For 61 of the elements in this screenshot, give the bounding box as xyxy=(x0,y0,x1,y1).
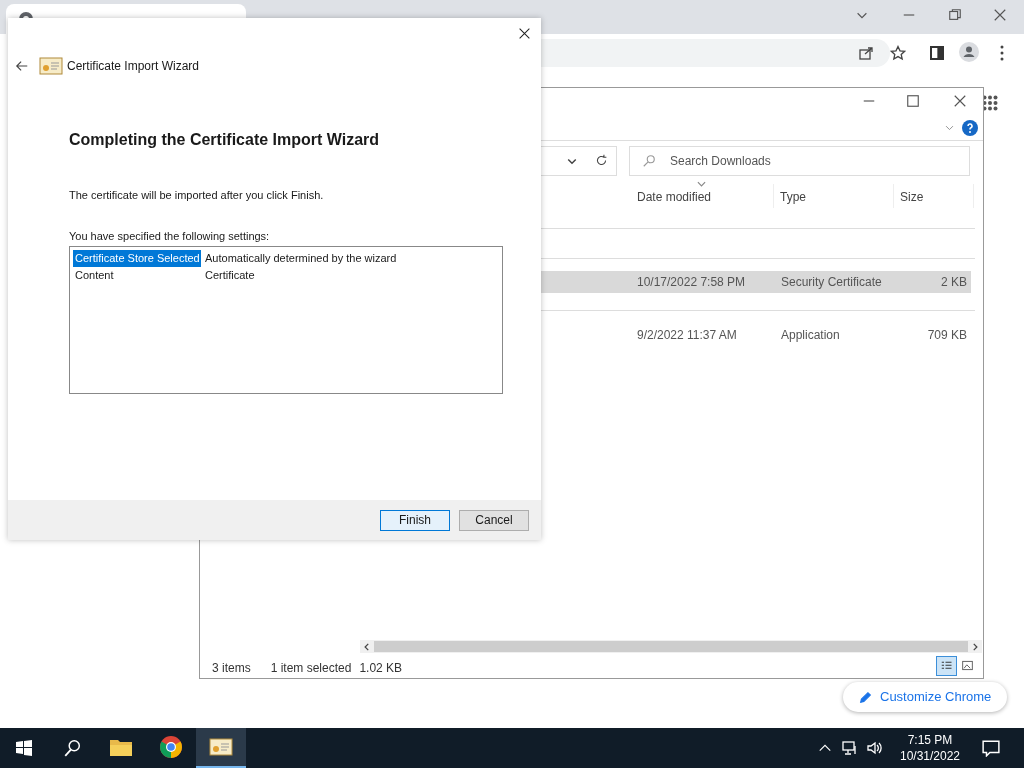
pencil-icon xyxy=(859,690,872,704)
setting-value: Certificate xyxy=(204,268,255,284)
refresh-icon[interactable] xyxy=(595,154,608,167)
profile-avatar-icon[interactable] xyxy=(959,42,979,62)
certificate-icon xyxy=(209,737,233,757)
windows-logo-icon xyxy=(16,740,32,756)
menu-icon[interactable] xyxy=(1000,45,1004,61)
notification-icon[interactable] xyxy=(982,739,1000,757)
folder-icon xyxy=(109,737,133,757)
status-size: 1.02 KB xyxy=(359,660,403,677)
cancel-button[interactable]: Cancel xyxy=(459,509,529,531)
help-icon[interactable] xyxy=(962,120,978,136)
wizard-heading: Completing the Certificate Import Wizard xyxy=(69,130,381,150)
settings-label: You have specified the following settings: xyxy=(69,228,271,244)
details-view-button[interactable] xyxy=(936,656,957,676)
back-arrow-icon[interactable] xyxy=(15,59,29,73)
sort-caret-icon xyxy=(697,181,706,187)
table-cell-text: 2 KB xyxy=(940,274,967,291)
taskbar-app-button[interactable] xyxy=(196,728,246,768)
side-panel-icon[interactable] xyxy=(929,45,945,61)
setting-value: Automatically determined by the wizard xyxy=(204,251,397,267)
table-cell-text: 10/17/2022 7:58 PM xyxy=(637,274,747,291)
column-header[interactable]: Type xyxy=(774,184,894,208)
volume-icon[interactable] xyxy=(866,740,882,756)
clock-date: 10/31/2022 xyxy=(899,748,961,764)
status-selection: 1 item selected xyxy=(270,660,352,677)
table-cell-text: Security Certificate xyxy=(781,274,883,291)
customize-chrome-button[interactable]: Customize Chrome xyxy=(843,682,1008,712)
list-icon xyxy=(939,660,954,672)
column-header[interactable]: Date modified xyxy=(631,184,774,208)
status-item-count: 3 items xyxy=(212,660,251,677)
search-icon xyxy=(642,154,656,168)
wizard-message: The certificate will be imported after you click Finish. xyxy=(69,188,325,203)
certificate-icon xyxy=(39,56,63,76)
dialog-title: Certificate Import Wizard xyxy=(67,58,200,75)
settings-list[interactable]: Certificate Store Selected Automatically determined by the wizard Content Certificate xyxy=(69,246,503,394)
close-icon[interactable] xyxy=(953,94,967,108)
star-icon[interactable] xyxy=(890,45,906,61)
file-row[interactable]: 10/17/2022 7:58 PM Security Certificate 2 KB xyxy=(541,271,971,293)
horizontal-scrollbar[interactable] xyxy=(360,640,982,653)
scroll-right-icon[interactable] xyxy=(970,641,980,652)
clock[interactable]: 7:15 PM 10/31/2022 xyxy=(892,732,968,764)
thumbnail-view-icon[interactable] xyxy=(961,660,974,671)
setting-name[interactable]: Certificate Store Selected xyxy=(73,250,201,267)
table-cell-text: 9/2/2022 11:37 AM xyxy=(637,327,738,344)
finish-button[interactable]: Finish xyxy=(380,509,450,531)
scroll-left-icon[interactable] xyxy=(362,641,372,652)
search-icon xyxy=(63,739,81,757)
restore-icon[interactable] xyxy=(948,8,962,22)
network-icon[interactable] xyxy=(842,740,858,756)
column-header[interactable]: Size xyxy=(894,184,974,208)
share-icon[interactable] xyxy=(858,45,874,61)
scrollbar-thumb[interactable] xyxy=(374,641,968,652)
table-cell-text: 709 KB xyxy=(926,327,967,344)
table-cell-text: Application xyxy=(781,327,841,344)
setting-name[interactable]: Content xyxy=(73,267,201,284)
close-icon[interactable] xyxy=(518,27,531,40)
clock-time: 7:15 PM xyxy=(907,732,953,748)
search-field[interactable]: Search Downloads xyxy=(629,146,970,176)
maximize-icon[interactable] xyxy=(906,94,920,108)
browser-icon xyxy=(159,735,183,759)
